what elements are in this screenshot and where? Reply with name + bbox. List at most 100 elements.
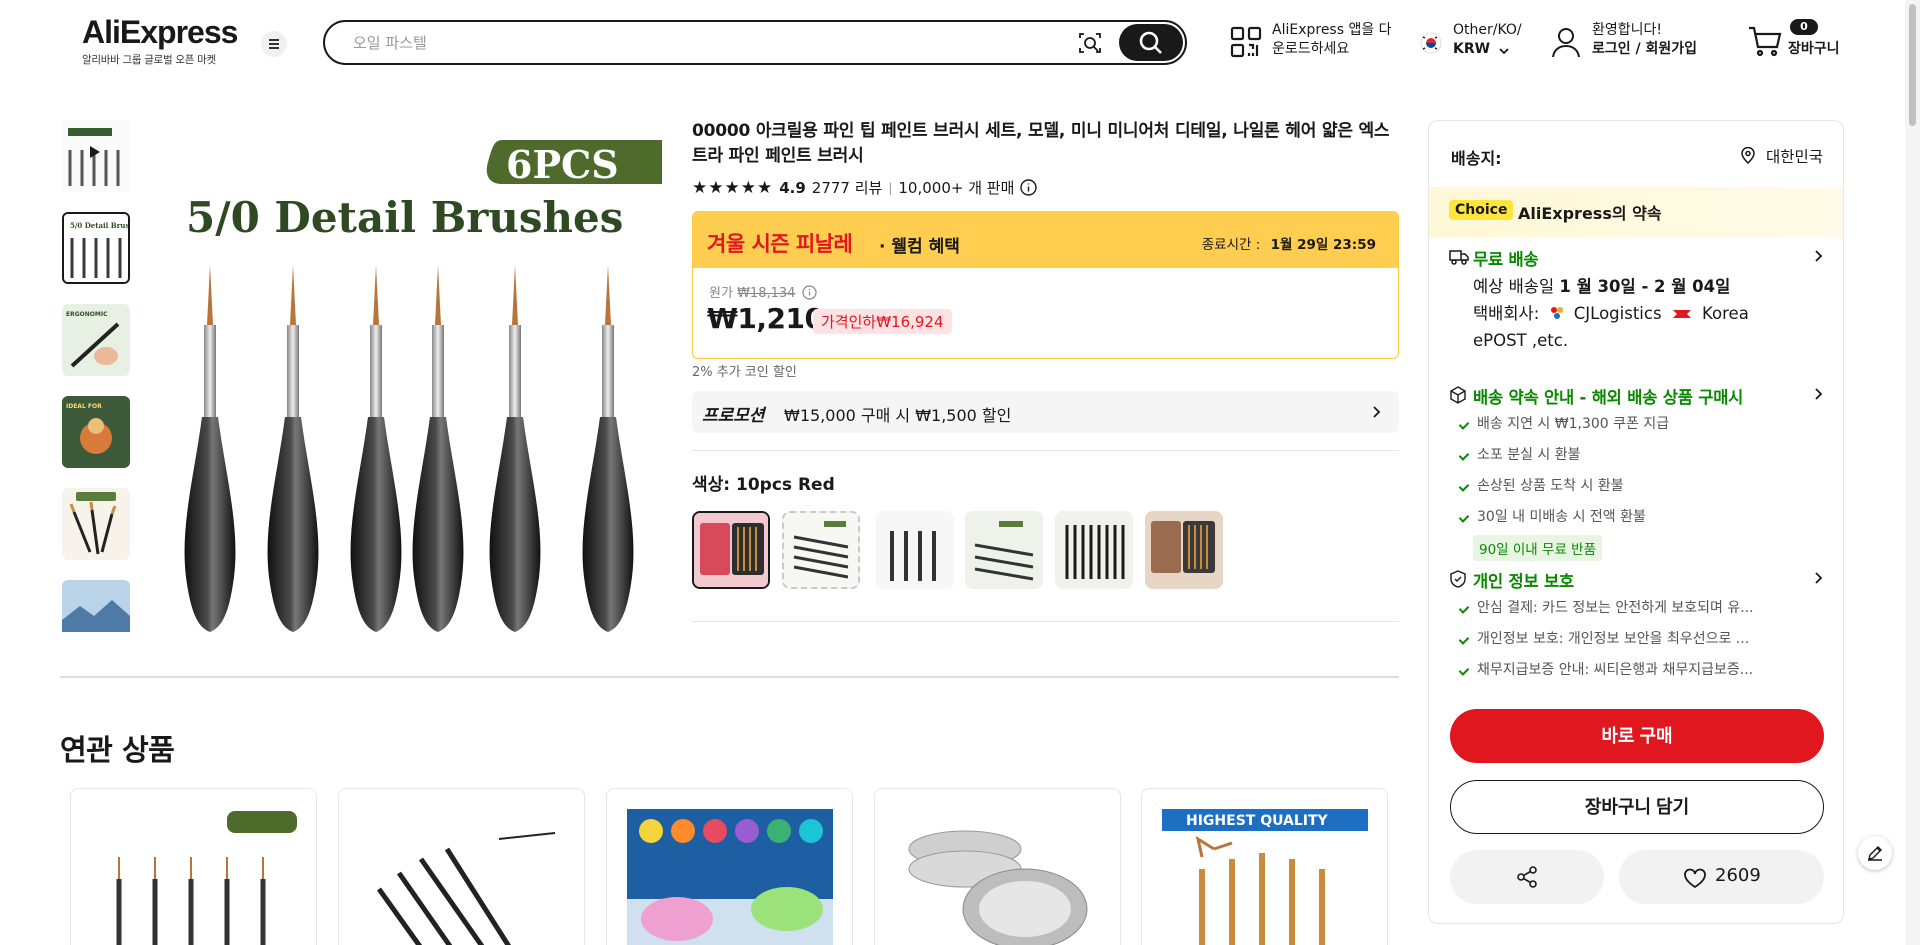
korea-flag-icon: [1420, 32, 1442, 54]
selected-color: 10pcs Red: [736, 475, 835, 495]
original-price-value: ₩18,134: [737, 286, 796, 301]
box-icon: [1450, 386, 1466, 404]
choice-badge: Choice: [1449, 200, 1514, 220]
main-image-caption: 5/0 Detail Brushes: [186, 193, 623, 242]
review-count[interactable]: 2777 리뷰: [812, 177, 883, 198]
coin-discount-note: 2% 추가 코인 할인: [692, 365, 797, 380]
shipping-header[interactable]: 무료 배송: [1449, 245, 1825, 269]
color-swatch-10pcs-brown[interactable]: [1145, 511, 1223, 589]
privacy-item: 안심 결제: 카드 정보는 안전하게 보호되며 유...: [1449, 593, 1825, 624]
page-scrollbar[interactable]: [1905, 0, 1920, 945]
main-product-image[interactable]: 6PCS 5/0 Detail Brushes: [150, 120, 662, 632]
hamburger-menu-icon[interactable]: [261, 31, 287, 57]
ship-to-label: 배송지:: [1451, 149, 1502, 168]
privacy-section: 개인 정보 보호 안심 결제: 카드 정보는 안전하게 보호되며 유... 개인…: [1449, 567, 1825, 686]
thumbnail-nylon-hair[interactable]: [62, 488, 130, 560]
related-product-card[interactable]: [874, 788, 1121, 945]
related-product-card[interactable]: HIGHEST QUALITY: [1141, 788, 1388, 945]
edit-pencil-icon: [1868, 846, 1882, 861]
buy-now-button[interactable]: 바로 구매: [1450, 709, 1824, 763]
delivery-promise-header[interactable]: 배송 약속 안내 - 해외 배송 상품 구매시: [1449, 383, 1825, 407]
privacy-item: 채무지급보증 안내: 씨티은행과 채무지급보증...: [1449, 655, 1825, 686]
divider: [692, 621, 1399, 622]
login-signup-link: 로그인 / 회원가입: [1592, 41, 1698, 57]
thumbnail-painting-figure[interactable]: IDEAL FOR: [62, 396, 130, 468]
shipping-section: 무료 배송 예상 배송일 1 월 30일 - 2 월 04일 택배회사: CJL…: [1449, 245, 1825, 354]
delivery-promise-section: 배송 약속 안내 - 해외 배송 상품 구매시 배송 지연 시 ₩1,300 쿠…: [1449, 383, 1825, 561]
color-swatch-10pcs-red[interactable]: [692, 511, 770, 589]
sale-banner: 겨울 시즌 피날레 · 웰컴 혜택 종료시간 : 1월 29일 23:59: [693, 212, 1398, 268]
divider: [60, 676, 1399, 678]
free-return-badge: 90일 이내 무료 반품: [1473, 535, 1602, 561]
price-promo-card: 겨울 시즌 피날레 · 웰컴 혜택 종료시간 : 1월 29일 23:59 원가…: [692, 211, 1399, 359]
original-price-label: 원가: [709, 286, 733, 301]
purchase-panel: 배송지: 대한민국 Choice AliExpress의 약속 무료 배송 예상…: [1428, 120, 1844, 924]
account-menu[interactable]: 환영합니다! 로그인 / 회원가입: [1551, 20, 1711, 64]
thumbnail-list: 5/0 Detail Brushes ERGONOMIC IDEAL FOR: [60, 120, 132, 632]
color-label: 색상:: [692, 475, 731, 495]
scrollbar-thumb[interactable]: [1909, 4, 1916, 126]
carrier-korea: Korea: [1702, 304, 1749, 323]
share-button[interactable]: [1450, 850, 1604, 904]
share-icon: [1517, 866, 1537, 888]
color-swatch-10pcs-black[interactable]: [1055, 511, 1133, 589]
related-product-image: [895, 809, 1101, 945]
cart-count-badge: 0: [1790, 19, 1818, 35]
search-input[interactable]: [353, 32, 1053, 54]
privacy-title: 개인 정보 보호: [1473, 572, 1574, 591]
rating-row: ★★★★★ 4.9 2777 리뷰 | 10,000+ 개 판매: [692, 177, 1038, 198]
delivery-prefix: 예상 배송일: [1473, 277, 1555, 296]
original-price: 원가 ₩18,134: [709, 282, 817, 301]
app-download[interactable]: AliExpress 앱을 다 운로드하세요: [1230, 20, 1400, 64]
related-product-card[interactable]: [70, 788, 317, 945]
product-title: 00000 아크릴용 파인 팁 페인트 브러시 세트, 모델, 미니 미니어처 …: [692, 121, 1390, 166]
locale-selector[interactable]: Other/KO/ KRW: [1420, 20, 1530, 64]
free-shipping-title: 무료 배송: [1473, 250, 1539, 269]
promotion-label: 프로모션: [702, 406, 765, 426]
shield-check-icon: [1450, 570, 1466, 588]
cart-label: 장바구니: [1788, 41, 1840, 57]
color-swatch-6pcs[interactable]: [782, 511, 860, 589]
chevron-right-icon: [1373, 406, 1381, 418]
current-price: ₩1,210: [707, 302, 824, 335]
separator: |: [888, 180, 893, 195]
thumbnail-video[interactable]: [62, 120, 130, 192]
image-search-icon[interactable]: [1076, 29, 1104, 57]
related-product-card[interactable]: [606, 788, 853, 945]
promotion-row[interactable]: 프로모션 ₩15,000 구매 시 ₩1,500 할인: [692, 391, 1399, 433]
ship-to-selector[interactable]: 대한민국: [1741, 145, 1823, 167]
add-to-cart-button[interactable]: 장바구니 담기: [1450, 780, 1824, 834]
thumbnail-landscape[interactable]: [62, 580, 130, 632]
feedback-button[interactable]: [1858, 836, 1892, 870]
svg-text:5/0 Detail Brushes: 5/0 Detail Brushes: [70, 221, 128, 230]
related-product-image: [627, 809, 833, 945]
wishlist-button[interactable]: 2609: [1619, 850, 1824, 904]
svg-text:ERGONOMIC: ERGONOMIC: [66, 311, 108, 318]
aliexpress-logo[interactable]: AliExpress 알리바바 그룹 글로벌 오픈 마켓: [82, 14, 238, 67]
carrier-epost: ePOST ,etc.: [1473, 331, 1569, 350]
info-icon[interactable]: [1020, 179, 1038, 196]
locale-language: Other/KO/: [1453, 22, 1522, 38]
color-swatch-3pcs[interactable]: [965, 511, 1043, 589]
locale-currency: KRW: [1453, 41, 1491, 57]
search-button[interactable]: [1119, 24, 1183, 61]
info-icon[interactable]: [801, 285, 817, 300]
shopping-cart-icon: [1749, 26, 1782, 57]
thumbnail-detail-brushes[interactable]: 5/0 Detail Brushes: [62, 212, 130, 284]
carrier-prefix: 택배회사:: [1473, 304, 1540, 323]
chevron-down-icon: [1499, 48, 1509, 55]
promise-item: 손상된 상품 도착 시 환불: [1449, 471, 1825, 502]
privacy-header[interactable]: 개인 정보 보호: [1449, 567, 1825, 591]
promotion-text: ₩15,000 구매 시 ₩1,500 할인: [784, 406, 1012, 425]
thumbnail-brush-in-hand[interactable]: ERGONOMIC: [62, 304, 130, 376]
korea-post-icon: [1672, 310, 1691, 318]
related-product-image: [91, 809, 297, 945]
related-product-image: HIGHEST QUALITY: [1162, 809, 1368, 945]
promise-item: 소포 분실 시 환불: [1449, 440, 1825, 471]
delivery-estimate: 예상 배송일 1 월 30일 - 2 월 04일: [1473, 273, 1825, 300]
sale-end-time: 종료시간 : 1월 29일 23:59: [1202, 233, 1376, 253]
delivery-info: 예상 배송일 1 월 30일 - 2 월 04일 택배회사: CJLogisti…: [1449, 273, 1825, 354]
related-product-card[interactable]: [338, 788, 585, 945]
color-swatch-5pcs[interactable]: [876, 511, 954, 589]
chevron-right-icon: [1815, 572, 1823, 584]
